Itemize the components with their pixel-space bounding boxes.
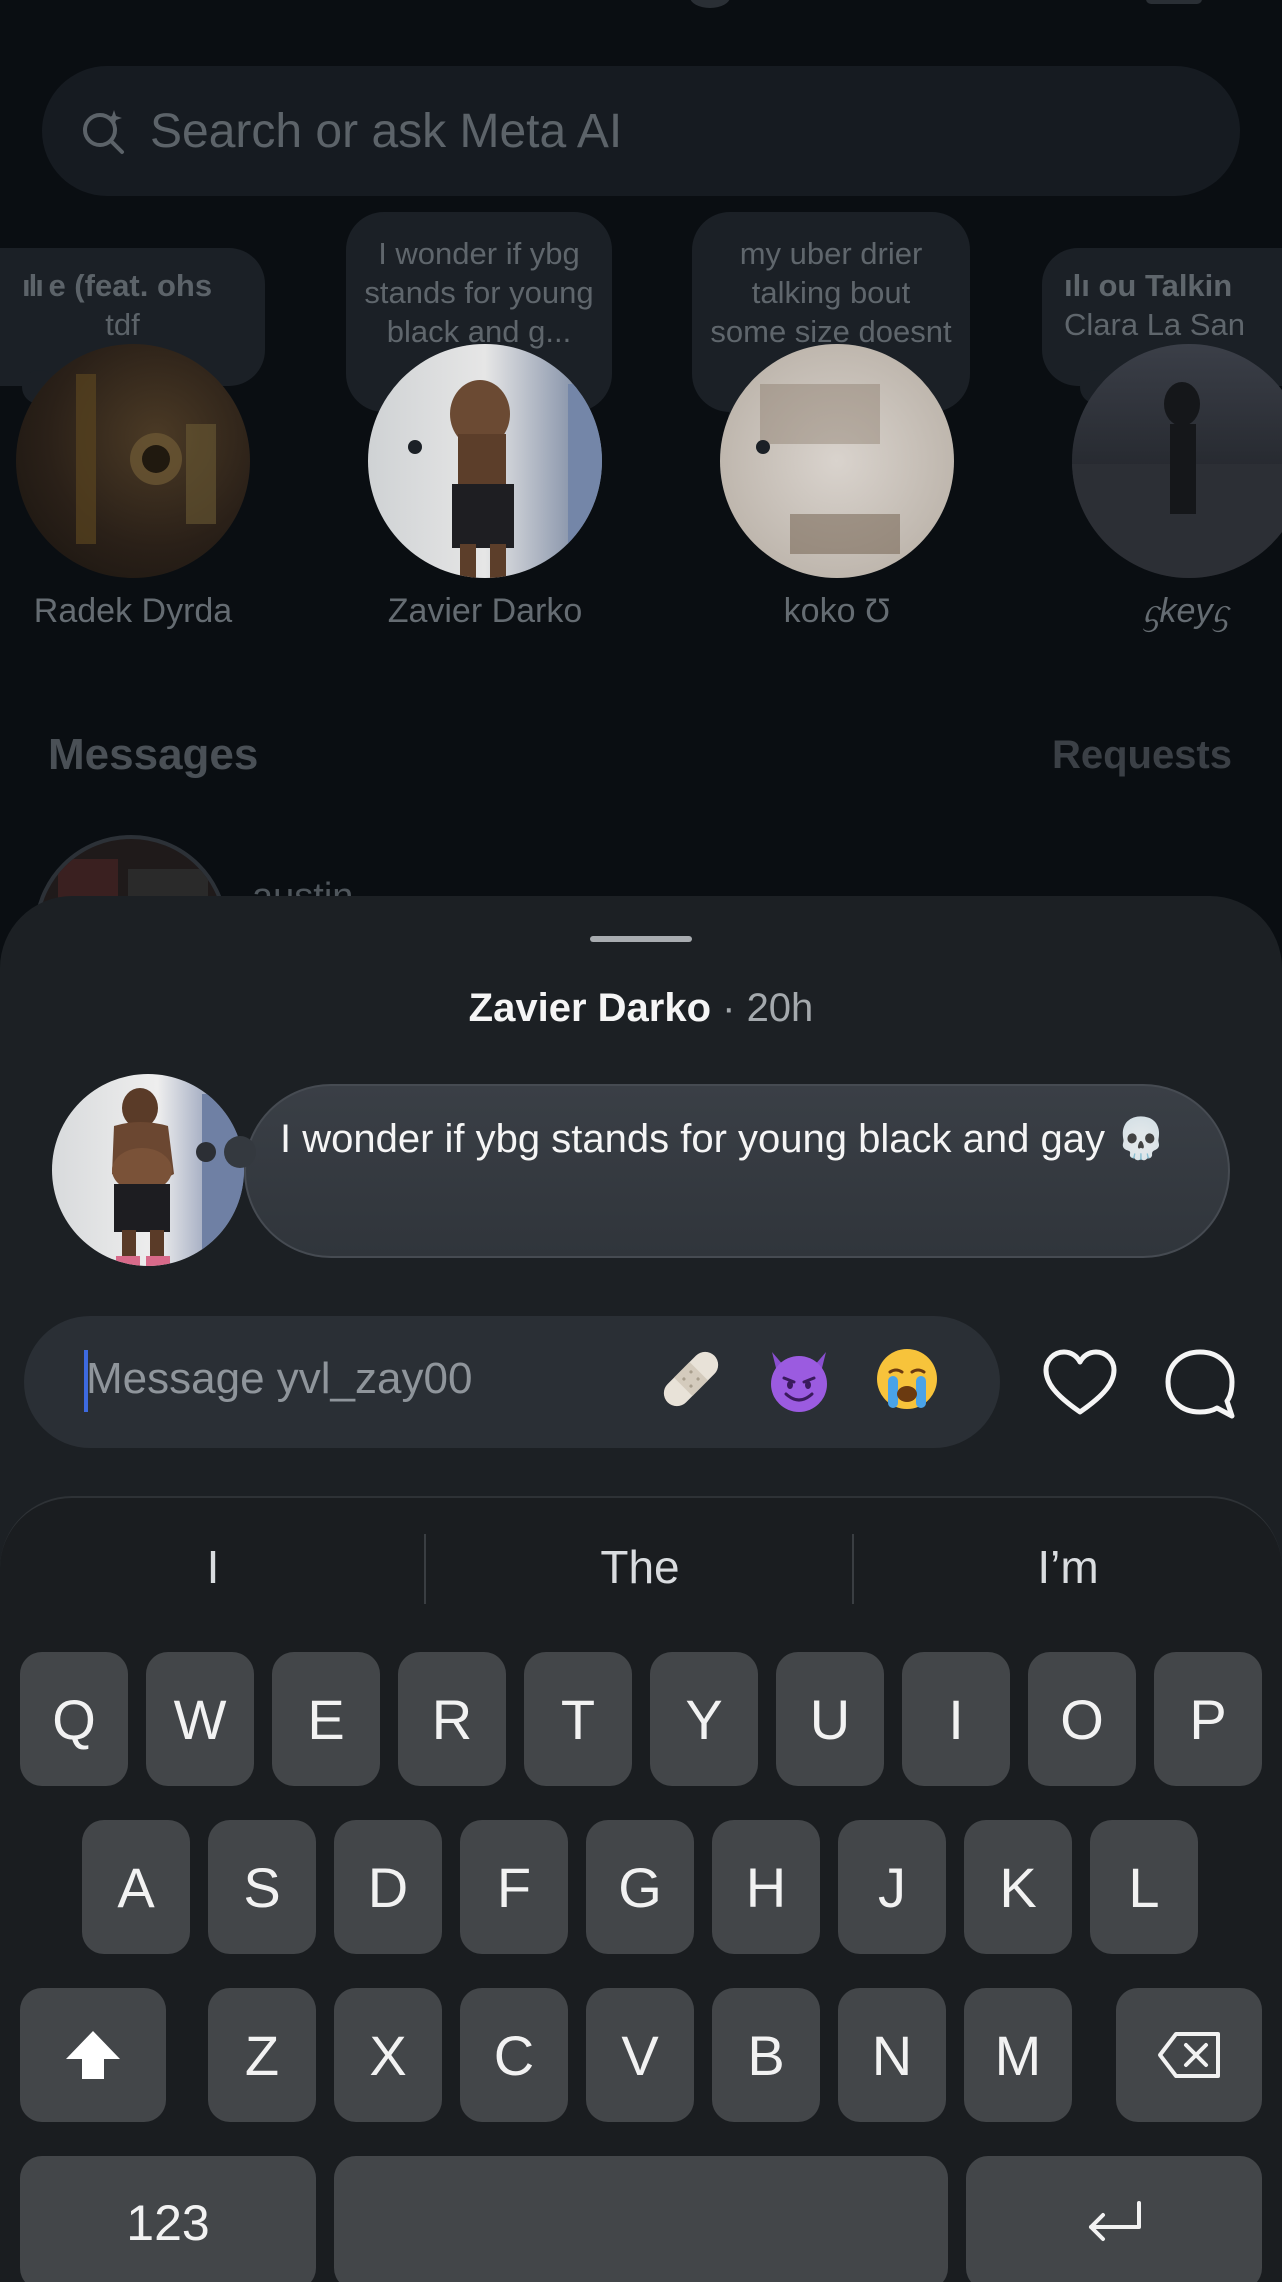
key-e[interactable]: E — [272, 1652, 380, 1786]
search-input[interactable]: Search or ask Meta AI — [150, 104, 622, 159]
key-a[interactable]: A — [82, 1820, 190, 1954]
music-note-line1: ılı ou Talkin — [1064, 268, 1233, 303]
avatar-image — [760, 384, 900, 554]
return-arrow-icon — [1089, 2201, 1141, 2241]
key-k[interactable]: K — [964, 1820, 1072, 1954]
key-w[interactable]: W — [146, 1652, 254, 1786]
space-key[interactable] — [334, 2156, 948, 2282]
key-n[interactable]: N — [838, 1988, 946, 2122]
loudly-crying-face-icon — [877, 1349, 937, 1409]
key-m[interactable]: M — [964, 1988, 1072, 2122]
suggestion-1[interactable]: I — [0, 1540, 426, 1594]
key-b[interactable]: B — [712, 1988, 820, 2122]
key-q[interactable]: Q — [20, 1652, 128, 1786]
top-bar-partial — [690, 0, 730, 8]
note-timestamp: · 20h — [711, 986, 814, 1030]
avatar[interactable] — [1072, 344, 1282, 578]
story-name: Radek Dyrda — [33, 592, 233, 630]
music-note-line2: tdf — [105, 307, 140, 342]
sheet-header: Zavier Darko · 20h — [0, 986, 1282, 1031]
avatar-image — [76, 374, 216, 544]
note-tail-dot — [756, 440, 770, 454]
key-x[interactable]: X — [334, 1988, 442, 2122]
key-p[interactable]: P — [1154, 1652, 1262, 1786]
key-t[interactable]: T — [524, 1652, 632, 1786]
key-r[interactable]: R — [398, 1652, 506, 1786]
key-y[interactable]: Y — [650, 1652, 758, 1786]
key-d[interactable]: D — [334, 1820, 442, 1954]
note-card — [244, 1084, 1230, 1258]
quick-reaction-bandage[interactable] — [648, 1336, 734, 1422]
note-author-name[interactable]: Zavier Darko — [469, 986, 711, 1030]
note-content: I wonder if ybg stands for young black a… — [280, 1117, 1166, 1161]
heart-icon[interactable] — [1040, 1344, 1120, 1424]
avatar[interactable] — [16, 344, 250, 578]
story-name: Zavier Darko — [387, 592, 583, 630]
backspace-icon — [1158, 2032, 1220, 2078]
key-v[interactable]: V — [586, 1988, 694, 2122]
key-g[interactable]: G — [586, 1820, 694, 1954]
shift-arrow-icon — [66, 2031, 120, 2079]
note-card-tail — [224, 1136, 256, 1168]
audio-bars-icon: ılı — [1064, 268, 1099, 303]
bandage-icon — [663, 1351, 719, 1407]
suggestion-divider — [852, 1534, 854, 1604]
quick-reaction-crying[interactable] — [864, 1336, 950, 1422]
note-text: I wonder if ybg stands for young black a… — [364, 236, 594, 349]
story-name: koko Ʊ — [783, 592, 891, 630]
music-note-line2: Clara La San — [1064, 307, 1245, 342]
audio-bars-icon: ılı — [22, 268, 49, 303]
chat-bubble-icon[interactable] — [1160, 1344, 1240, 1424]
meta-ai-search-icon — [83, 110, 124, 154]
key-h[interactable]: H — [712, 1820, 820, 1954]
inbox-background: Search or ask Meta AI ılı e (feat. ohs t… — [0, 0, 1282, 960]
avatar-image — [450, 380, 602, 578]
story-name: ᦓkeyᦓ — [1143, 592, 1229, 630]
avatar-image — [1072, 382, 1282, 578]
numbers-key[interactable]: 123 — [20, 2156, 316, 2282]
requests-link[interactable]: Requests — [1052, 733, 1232, 778]
avatar[interactable] — [720, 344, 954, 578]
smiling-devil-icon — [771, 1352, 827, 1412]
backspace-key[interactable] — [1116, 1988, 1262, 2122]
key-o[interactable]: O — [1028, 1652, 1136, 1786]
messages-section-title: Messages — [48, 730, 259, 779]
key-z[interactable]: Z — [208, 1988, 316, 2122]
suggestion-divider — [424, 1534, 426, 1604]
top-bar-partial-right — [1146, 0, 1202, 4]
avatar-image — [112, 1088, 244, 1266]
note-tail-dot — [408, 440, 422, 454]
key-c[interactable]: C — [460, 1988, 568, 2122]
message-input[interactable]: Message yvl_zay00 — [86, 1354, 472, 1404]
key-u[interactable]: U — [776, 1652, 884, 1786]
key-f[interactable]: F — [460, 1820, 568, 1954]
key-j[interactable]: J — [838, 1820, 946, 1954]
sheet-grabber[interactable] — [590, 936, 692, 942]
avatar[interactable] — [368, 344, 602, 578]
search-bar[interactable]: Search or ask Meta AI — [42, 66, 1240, 196]
return-key[interactable] — [966, 2156, 1262, 2282]
suggestion-2[interactable]: The — [427, 1540, 853, 1594]
music-note-line1: ılı e (feat. ohs — [22, 268, 213, 303]
key-s[interactable]: S — [208, 1820, 316, 1954]
shift-key[interactable] — [20, 1988, 166, 2122]
key-l[interactable]: L — [1090, 1820, 1198, 1954]
suggestion-3[interactable]: I’m — [855, 1540, 1281, 1594]
keyboard: I The I’m Q W E R T Y U I O P A S D F G … — [0, 1496, 1282, 2282]
quick-reaction-devil[interactable] — [756, 1336, 842, 1422]
key-i[interactable]: I — [902, 1652, 1010, 1786]
note-author-avatar[interactable] — [52, 1074, 244, 1266]
